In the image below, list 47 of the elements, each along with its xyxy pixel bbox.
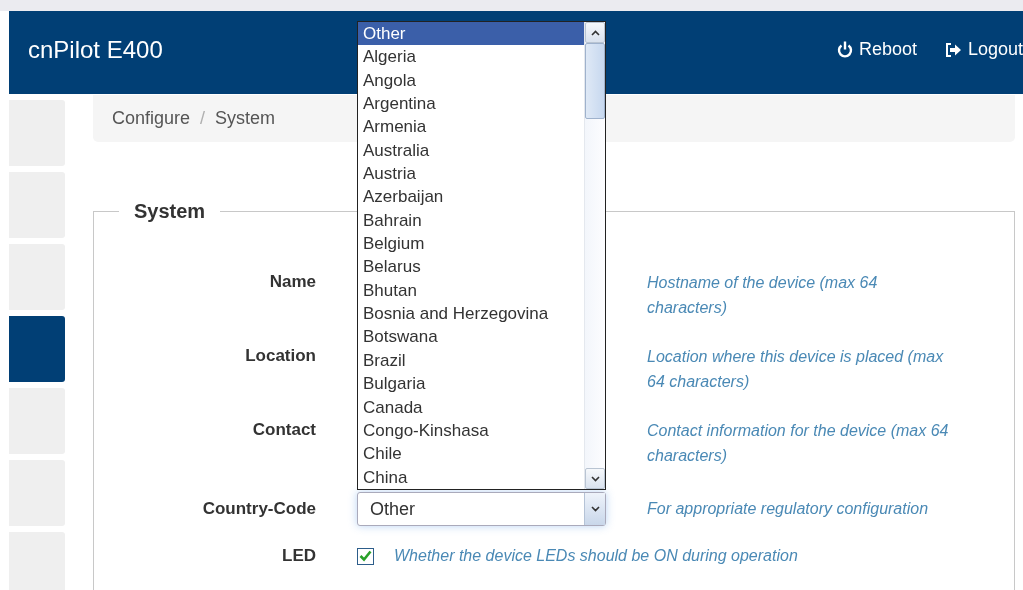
scroll-thumb[interactable] — [585, 43, 605, 119]
product-title: cnPilot E400 — [28, 35, 163, 64]
dropdown-option[interactable]: Other — [358, 22, 584, 46]
field-label: Name — [268, 271, 316, 293]
dropdown-option[interactable]: Bhutan — [358, 278, 584, 303]
country-select[interactable]: Other — [357, 492, 606, 526]
dropdown-option[interactable]: Algeria — [358, 45, 584, 69]
dropdown-option[interactable]: Austria — [358, 162, 584, 186]
header-link[interactable]: Logout — [944, 39, 1023, 60]
dropdown-option[interactable]: Bahrain — [358, 208, 584, 233]
dropdown-option[interactable]: Bosnia and Herzegovina — [358, 302, 584, 326]
dropdown-option[interactable]: Botswana — [358, 325, 584, 349]
dropdown-option[interactable]: Azerbaijan — [358, 185, 584, 209]
field-label: Country-Code — [201, 498, 316, 520]
scrollbar[interactable] — [584, 22, 605, 489]
field-label: Location — [244, 345, 316, 367]
dropdown-option[interactable]: Armenia — [358, 115, 584, 139]
help-text: Hostname of the device (max 64 characters) — [647, 273, 879, 318]
help-text: Location where this device is placed (max 64 characters) — [647, 347, 945, 392]
exit-icon — [944, 42, 962, 57]
dropdown-option[interactable]: Congo-Kinshasa — [358, 418, 584, 443]
dropdown-option[interactable]: Belgium — [358, 232, 584, 256]
help-text: Whether the device LEDs should be ON during operation — [394, 547, 798, 565]
header-link[interactable]: Reboot — [836, 39, 917, 60]
dropdown-option[interactable]: Belarus — [358, 255, 584, 279]
chevron-up-icon — [590, 29, 600, 36]
section-title: System — [133, 199, 207, 223]
help-text: For appropriate regulatory configuration — [647, 499, 930, 519]
breadcrumb-item[interactable]: Configure — [112, 108, 191, 129]
dropdown-option[interactable]: Brazil — [358, 348, 584, 373]
checkbox[interactable] — [357, 547, 374, 565]
chevron-down-icon — [590, 475, 600, 482]
dropdown-option[interactable]: Chile — [358, 442, 584, 466]
help-text: Contact information for the device (max 64 characters) — [647, 421, 950, 466]
dropdown-option[interactable]: Angola — [358, 68, 584, 93]
power-icon — [836, 41, 853, 58]
breadcrumb-item: System — [215, 108, 276, 129]
field-label: LED — [281, 545, 316, 567]
dropdown-option[interactable]: Argentina — [358, 92, 584, 116]
separator: / — [200, 108, 206, 129]
dropdown-option[interactable]: Australia — [358, 138, 584, 163]
field-label: Contact — [251, 419, 316, 441]
dropdown-option[interactable]: Bulgaria — [358, 372, 584, 396]
dropdown-option[interactable]: Canada — [358, 395, 584, 419]
sidebar-item[interactable] — [9, 316, 65, 382]
chevron-down-icon — [590, 506, 600, 512]
dropdown-option[interactable]: China — [358, 465, 584, 489]
